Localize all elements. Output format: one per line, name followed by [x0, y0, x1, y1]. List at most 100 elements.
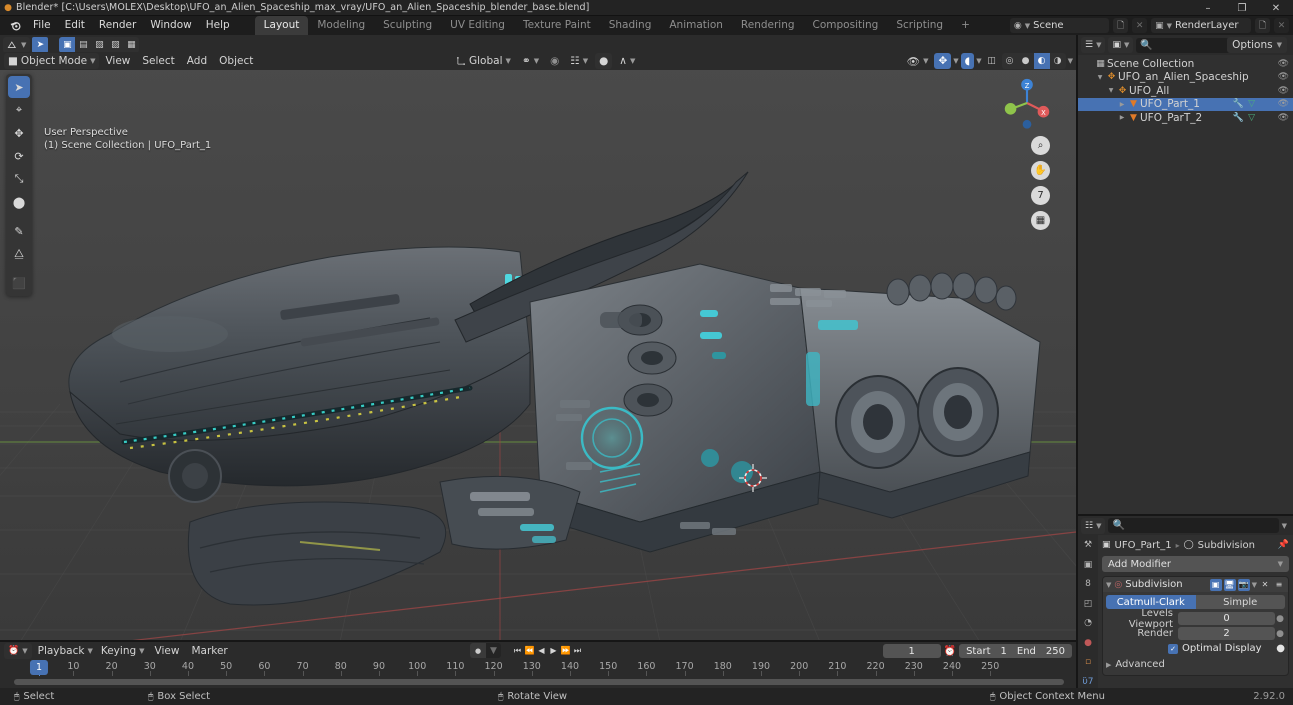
- outliner-row-ufo_all[interactable]: ▼ ✥ UFO_All 👁: [1078, 84, 1293, 98]
- tab-compositing[interactable]: Compositing: [804, 16, 888, 35]
- modifier-panel-header[interactable]: ▼ ◎ Subdivision ▣ 🖥 📷 ▼ ✕ ≡: [1103, 577, 1288, 592]
- viewport-menu-view[interactable]: View: [99, 55, 136, 67]
- timeline-track[interactable]: [0, 676, 1076, 688]
- world-tab[interactable]: ●: [1080, 637, 1096, 650]
- snap-toggle[interactable]: ⚭ ▼: [518, 53, 543, 69]
- transform-tool[interactable]: ⬤: [8, 191, 30, 213]
- use-preview-range-icon[interactable]: ⏰: [944, 646, 956, 657]
- options-button[interactable]: Options ▼: [1227, 37, 1287, 53]
- outliner-editor-type-button[interactable]: ☰ ▼: [1081, 37, 1105, 53]
- next-keyframe-button[interactable]: ⏩: [560, 643, 571, 658]
- auto-keying-button[interactable]: ●: [470, 643, 486, 658]
- pin-icon[interactable]: 📌: [1278, 540, 1289, 550]
- modifier-wrench-icon[interactable]: 🔧: [1233, 113, 1244, 123]
- viewport-menu-select[interactable]: Select: [136, 55, 180, 67]
- transform-orientation-selector[interactable]: Global ▼: [452, 53, 515, 69]
- visibility-eye-icon[interactable]: 👁: [1278, 72, 1289, 82]
- select-invert-icon[interactable]: ▨: [107, 37, 123, 53]
- timeline-menu-marker[interactable]: Marker: [185, 645, 233, 657]
- properties-editor-type-button[interactable]: ☷ ▼: [1081, 518, 1105, 534]
- modifier-tab[interactable]: ὒ7: [1080, 676, 1096, 689]
- disclosure-triangle-icon[interactable]: ▼: [1106, 87, 1116, 94]
- simple-option[interactable]: Simple: [1196, 595, 1286, 609]
- menu-help[interactable]: Help: [199, 17, 237, 34]
- modifier-wrench-icon[interactable]: 🔧: [1233, 99, 1244, 109]
- editor-type-selector[interactable]: ▼: [3, 37, 30, 53]
- levels-viewport-value[interactable]: 0: [1178, 612, 1275, 625]
- proportional-edit-toggle[interactable]: ●: [595, 53, 612, 69]
- add-cube-tool[interactable]: ⬛: [8, 272, 30, 294]
- show-gizmo-toggle[interactable]: ✥: [934, 53, 951, 69]
- rendered-shading-icon[interactable]: ◑: [1050, 53, 1066, 69]
- timeline-menu-view[interactable]: View: [149, 645, 186, 657]
- select-intersect-icon[interactable]: ▦: [123, 37, 139, 53]
- view-layer-tab[interactable]: ◰: [1080, 598, 1096, 611]
- current-frame-field[interactable]: 1: [883, 644, 941, 658]
- mesh-data-icon[interactable]: ▽: [1248, 113, 1255, 123]
- tab-modeling[interactable]: Modeling: [308, 16, 374, 35]
- show-in-render-icon[interactable]: 📷: [1238, 579, 1250, 591]
- cursor-tool[interactable]: ⌖: [8, 99, 30, 121]
- tool-tab[interactable]: ⚒: [1080, 539, 1096, 552]
- breadcrumb-object-label[interactable]: UFO_Part_1: [1115, 540, 1172, 551]
- end-frame-value[interactable]: 250: [1046, 646, 1065, 657]
- add-modifier-button[interactable]: Add Modifier ▼: [1102, 556, 1289, 572]
- pivot-point-selector[interactable]: ☷ ▼: [566, 53, 592, 69]
- show-overlays-toggle[interactable]: ◖: [961, 53, 975, 69]
- disclosure-triangle-icon[interactable]: ▶: [1117, 114, 1127, 121]
- tab-shading[interactable]: Shading: [600, 16, 661, 35]
- camera-view-icon[interactable]: ὏7: [1031, 186, 1050, 205]
- select-subtract-icon[interactable]: ▧: [91, 37, 107, 53]
- output-tab[interactable]: ὚8: [1080, 578, 1096, 591]
- tab-animation[interactable]: Animation: [660, 16, 732, 35]
- animate-property-icon[interactable]: ●: [1276, 643, 1285, 654]
- modifier-extras-chevron-icon[interactable]: ▼: [1252, 581, 1257, 589]
- navigation-gizmo[interactable]: Z X: [998, 74, 1056, 132]
- timeline-menu-playback[interactable]: Playback ▼: [34, 643, 97, 659]
- object-mode-selector[interactable]: ■ Object Mode ▼: [4, 53, 99, 69]
- object-interaction-mode-icon[interactable]: ➤: [32, 37, 48, 53]
- tab-texture-paint[interactable]: Texture Paint: [514, 16, 600, 35]
- solid-shading-icon[interactable]: ●: [1018, 53, 1034, 69]
- properties-search-input[interactable]: 🔍: [1108, 518, 1278, 533]
- outliner-display-mode-button[interactable]: ▣ ▼: [1108, 37, 1133, 53]
- object-tab[interactable]: ▫: [1080, 656, 1096, 669]
- timeline-editor-type-button[interactable]: ⏰ ▼: [4, 643, 32, 659]
- scene-selector[interactable]: ◉ ▼ Scene: [1010, 18, 1109, 33]
- play-reverse-button[interactable]: ◀: [536, 643, 547, 658]
- show-in-viewport-icon[interactable]: 🖥: [1224, 579, 1236, 591]
- modifier-name-field[interactable]: Subdivision: [1125, 579, 1182, 590]
- 3d-viewport[interactable]: ➤ ⌖ ✥ ⟳ ⤡ ⬤ ✎ ⧋ ⬛ User Perspective (1) Scene Col…: [0, 52, 1076, 642]
- minimize-button[interactable]: –: [1191, 0, 1225, 16]
- delete-modifier-icon[interactable]: ✕: [1259, 579, 1271, 591]
- tab-uv-editing[interactable]: UV Editing: [441, 16, 514, 35]
- expand-triangle-icon[interactable]: ▼: [1106, 581, 1111, 589]
- render-levels-value[interactable]: 2: [1178, 627, 1275, 640]
- visibility-selector[interactable]: 👁 ▼: [903, 53, 933, 69]
- zoom-view-icon[interactable]: ⌕: [1031, 136, 1050, 155]
- start-frame-value[interactable]: 1: [1001, 646, 1007, 657]
- outliner-row-scene collection[interactable]: ▦ Scene Collection 👁: [1078, 57, 1293, 71]
- menu-window[interactable]: Window: [143, 17, 198, 34]
- mesh-data-icon[interactable]: ▽: [1248, 99, 1255, 109]
- visibility-eye-icon[interactable]: 👁: [1278, 59, 1289, 69]
- visibility-eye-icon[interactable]: 👁: [1278, 113, 1289, 123]
- visibility-eye-icon[interactable]: 👁: [1278, 86, 1289, 96]
- tab-sculpting[interactable]: Sculpting: [374, 16, 441, 35]
- tab-rendering[interactable]: Rendering: [732, 16, 804, 35]
- previous-keyframe-button[interactable]: ⏪: [524, 643, 535, 658]
- jump-to-start-button[interactable]: ⏮: [512, 643, 523, 658]
- remove-view-layer-button[interactable]: ✕: [1274, 18, 1289, 33]
- scene-tab[interactable]: ◔: [1080, 617, 1096, 630]
- new-view-layer-button[interactable]: 🗋: [1255, 18, 1270, 33]
- toggle-ortho-icon[interactable]: ▦: [1031, 211, 1050, 230]
- visibility-eye-icon[interactable]: 👁: [1278, 99, 1289, 109]
- tweak-select-tool[interactable]: ➤: [8, 76, 30, 98]
- disclosure-triangle-icon[interactable]: ▼: [1095, 74, 1105, 81]
- animate-property-icon[interactable]: ●: [1275, 629, 1285, 639]
- rotate-tool[interactable]: ⟳: [8, 145, 30, 167]
- auto-keying-options-button[interactable]: ▼: [486, 643, 501, 658]
- spaceship-3d-model[interactable]: [0, 52, 1076, 642]
- scale-tool[interactable]: ⤡: [8, 168, 30, 190]
- timeline-playhead[interactable]: 1: [30, 660, 48, 675]
